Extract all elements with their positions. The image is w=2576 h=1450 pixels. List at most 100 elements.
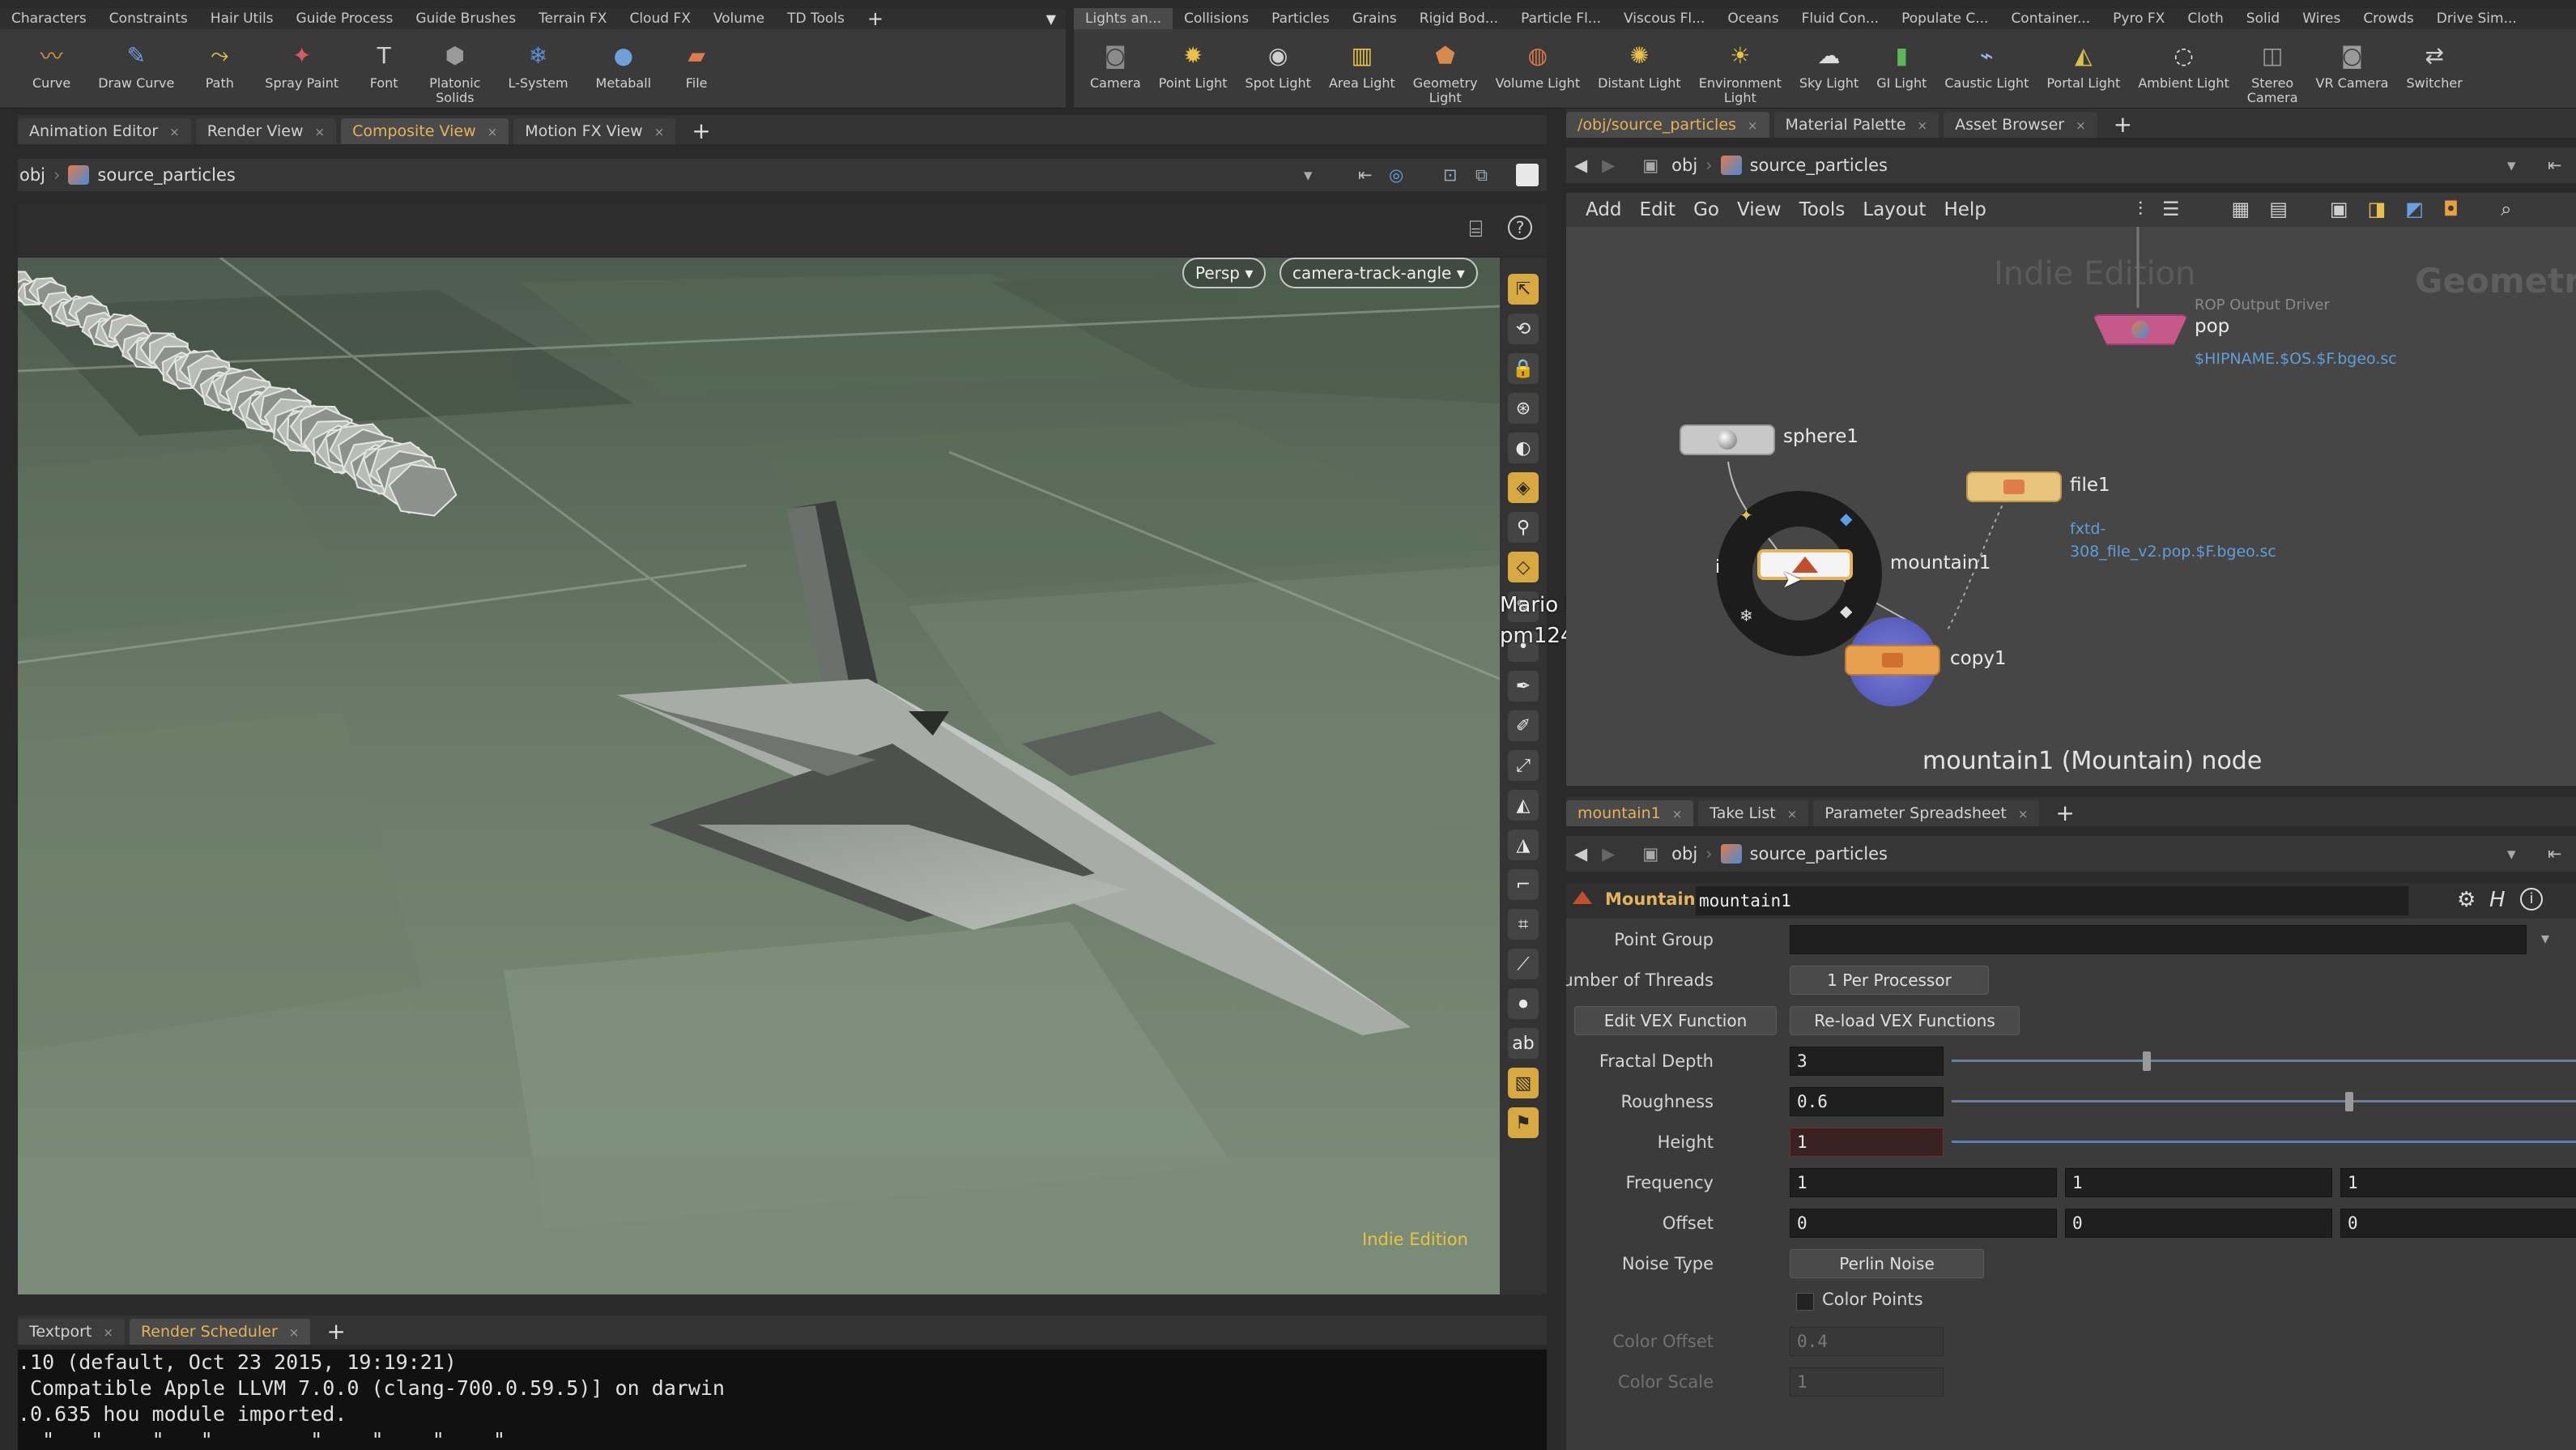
color-points-checkbox[interactable]	[1796, 1293, 1814, 1311]
pane-tab[interactable]: Composite View ×	[341, 118, 509, 144]
shelf-tab[interactable]: Guide Brushes	[404, 8, 527, 29]
search-icon[interactable]: ⌕	[2501, 198, 2511, 220]
fractal-depth-slider[interactable]	[1952, 1060, 2576, 1062]
pane-tab[interactable]: Parameter Spreadsheet ×	[1813, 800, 2040, 826]
point-group-dropdown-icon[interactable]: ▾	[2541, 928, 2549, 948]
shelf-tab[interactable]: Viscous Fl...	[1612, 8, 1716, 29]
path-root[interactable]: obj	[19, 165, 45, 185]
offset-z[interactable]: 0	[2340, 1209, 2576, 1238]
frequency-x[interactable]: 1	[1790, 1168, 2057, 1197]
gear-icon[interactable]: ⚙	[2457, 888, 2476, 912]
record-icon[interactable]: ⏺	[1508, 988, 1539, 1019]
mountain1-name[interactable]: mountain1	[1890, 552, 1991, 574]
color-offset-field[interactable]: 0.4	[1790, 1327, 1944, 1356]
shelf-tab[interactable]: Cloth	[2176, 8, 2234, 29]
pane-tab[interactable]: Material Palette ×	[1773, 112, 1939, 138]
box-icon[interactable]: ◘	[2443, 198, 2459, 220]
marker-icon[interactable]: ⚑	[1508, 1107, 1539, 1138]
color-scale-field[interactable]: 1	[1790, 1367, 1944, 1397]
forward-arrow-icon[interactable]: ▶	[1602, 844, 1615, 864]
shelf-tool-point-light[interactable]: ✹ Point Light	[1159, 32, 1228, 107]
pane-tab[interactable]: Take List ×	[1698, 800, 1809, 826]
tree-view-icon[interactable]: ⫶	[2138, 198, 2143, 220]
copy1-name[interactable]: copy1	[1950, 648, 2007, 669]
close-icon[interactable]: ×	[1918, 118, 1928, 133]
paint-icon[interactable]: ◮	[1508, 829, 1539, 860]
close-icon[interactable]: ×	[315, 125, 326, 139]
shelf-tab[interactable]: Characters	[0, 8, 98, 29]
node-pop[interactable]	[2093, 314, 2188, 345]
shelf-tab[interactable]: Solid	[2235, 8, 2291, 29]
info-icon[interactable]: i	[2520, 888, 2543, 911]
shelf-tool-camera[interactable]: ◙ Camera	[1090, 32, 1141, 107]
height-field[interactable]: 1	[1790, 1128, 1944, 1157]
shelf-tab[interactable]: Fluid Con...	[1790, 8, 1890, 29]
radial-info-icon[interactable]: i	[1715, 557, 1720, 578]
pin-icon[interactable]: ⇤	[2548, 156, 2562, 175]
shelf-tab[interactable]: Cloud FX	[618, 8, 701, 29]
table-view-icon[interactable]: ▤	[2269, 198, 2288, 220]
close-icon[interactable]: ×	[1787, 807, 1798, 821]
shelf-menu-icon[interactable]: ▼	[1046, 11, 1066, 27]
point-group-field[interactable]	[1790, 925, 2527, 954]
pane-tab[interactable]: Textport ×	[18, 1319, 125, 1345]
camera-menu[interactable]: camera-track-angle ▾	[1279, 258, 1478, 288]
pen-icon[interactable]: ✒	[1508, 671, 1539, 702]
path-dropdown-icon[interactable]: ▾	[2507, 156, 2516, 175]
height-slider[interactable]	[1952, 1141, 2576, 1143]
roughness-slider[interactable]	[1952, 1100, 2576, 1102]
node-sphere1[interactable]	[1680, 424, 1775, 455]
menu-tools[interactable]: Tools	[1799, 199, 1846, 220]
image-icon[interactable]: ▧	[1508, 1068, 1539, 1098]
display-options-icon[interactable]	[1516, 164, 1539, 186]
node-name-field[interactable]: mountain1	[1696, 886, 2408, 915]
handle-icon[interactable]: ◇	[1508, 552, 1539, 582]
offset-y[interactable]: 0	[2065, 1209, 2332, 1238]
shelf-tool-ambient-light[interactable]: ◌ Ambient Light	[2138, 32, 2229, 107]
node-mountain1[interactable]	[1757, 549, 1853, 580]
shelf-tab[interactable]: Wires	[2291, 8, 2352, 29]
param-path-root[interactable]: obj	[1671, 844, 1697, 864]
close-icon[interactable]: ×	[1672, 807, 1683, 821]
shelf-tool-curve[interactable]: 〰 Curve	[32, 32, 70, 107]
close-icon[interactable]: ×	[654, 125, 665, 139]
offset-x[interactable]: 0	[1790, 1209, 2057, 1238]
pop-name[interactable]: pop	[2195, 316, 2229, 337]
shelf-tab[interactable]: Terrain FX	[527, 8, 618, 29]
close-icon[interactable]: ×	[488, 125, 498, 139]
shelf-tab[interactable]: Pyro FX	[2101, 8, 2176, 29]
shelf-tool-sky-light[interactable]: ☁ Sky Light	[1799, 32, 1859, 107]
reload-vex-button[interactable]: Re-load VEX Functions	[1790, 1006, 2020, 1035]
shelf-tab[interactable]: Container...	[1999, 8, 2101, 29]
camera-view-icon[interactable]: ⊡	[1443, 165, 1458, 185]
add-pane-tab-button[interactable]: +	[2044, 800, 2085, 826]
fractal-depth-field[interactable]: 3	[1790, 1047, 1944, 1076]
transform-icon[interactable]: ⟲	[1508, 313, 1539, 344]
menu-edit[interactable]: Edit	[1640, 199, 1676, 220]
add-pane-tab-button[interactable]: +	[2102, 112, 2144, 138]
radial-template-icon[interactable]: ❄	[1739, 606, 1753, 625]
shelf-tool-switcher[interactable]: ⇄ Switcher	[2406, 32, 2462, 107]
view-icon[interactable]: ◐	[1508, 433, 1539, 463]
menu-add[interactable]: Add	[1586, 199, 1622, 220]
back-arrow-icon[interactable]: ◀	[1574, 844, 1587, 864]
help-h-icon[interactable]: H	[2489, 888, 2506, 912]
node-file1[interactable]	[1966, 471, 2062, 502]
edit-vex-button[interactable]: Edit VEX Function	[1574, 1006, 1777, 1035]
net-path-root[interactable]: obj	[1671, 156, 1697, 175]
frequency-z[interactable]: 1	[2340, 1168, 2576, 1197]
shelf-tab[interactable]: Collisions	[1173, 8, 1260, 29]
close-icon[interactable]: ×	[289, 1325, 300, 1340]
add-pane-tab-button[interactable]: +	[315, 1319, 356, 1345]
forward-arrow-icon[interactable]: ▶	[1602, 156, 1615, 175]
radial-display-icon[interactable]: ◆	[1840, 509, 1852, 528]
shelf-tool-path[interactable]: ⤳ Path	[202, 32, 237, 107]
menu-layout[interactable]: Layout	[1863, 199, 1926, 220]
persp-menu[interactable]: Persp ▾	[1182, 258, 1267, 288]
radial-bypass-icon[interactable]: ✦	[1739, 505, 1753, 525]
path-dropdown-icon[interactable]: ▾	[2507, 844, 2516, 864]
noise-type-menu[interactable]: Perlin Noise	[1790, 1249, 1984, 1278]
menu-go[interactable]: Go	[1693, 199, 1719, 220]
close-icon[interactable]: ×	[103, 1325, 113, 1340]
pencil-icon[interactable]: ✐	[1508, 710, 1539, 741]
